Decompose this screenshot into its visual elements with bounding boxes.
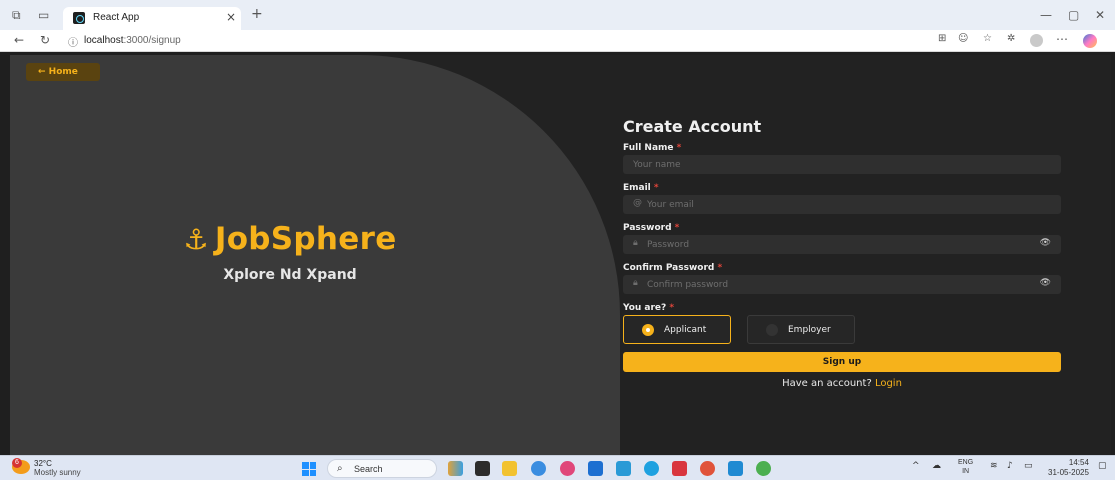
role-applicant-label: Applicant (664, 325, 707, 335)
store-icon[interactable] (588, 461, 603, 476)
favorite-star-icon[interactable]: ☆ (983, 33, 992, 44)
chrome-app-icon[interactable] (756, 461, 771, 476)
browser-tab-bar: ⧉ ▭ React App × + — ▢ ✕ (0, 0, 1115, 30)
app-available-icon[interactable]: ⊞ (938, 33, 946, 44)
postman-icon[interactable] (700, 461, 715, 476)
brand-logo: ⚓ JobSphere (10, 221, 570, 257)
weather-description: Mostly sunny (34, 468, 81, 477)
hero-panel: ← Home ⚓ JobSphere Xplore Nd Xpand (10, 55, 620, 455)
email-field[interactable]: @ (623, 195, 1061, 214)
chrome-browser-icon[interactable] (560, 461, 575, 476)
role-option-applicant[interactable]: Applicant (623, 315, 731, 344)
url-text: localhost:3000/signup (84, 35, 181, 46)
reader-icon[interactable]: ☺ (958, 33, 968, 44)
wifi-icon[interactable]: ≋ (990, 461, 998, 471)
search-icon: ⌕ (337, 463, 343, 474)
refresh-icon[interactable]: ↻ (40, 33, 50, 47)
workspaces-icon[interactable]: ⧉ (12, 8, 21, 23)
notifications-icon[interactable]: ▢ (1098, 461, 1107, 471)
profile-avatar[interactable] (1030, 34, 1043, 47)
form-title: Create Account (623, 117, 762, 136)
password-input[interactable] (647, 235, 1027, 254)
full-name-label: Full Name * (623, 143, 682, 153)
language-indicator[interactable]: ENG IN (958, 458, 973, 476)
role-employer-label: Employer (788, 325, 831, 335)
minimize-button[interactable]: — (1040, 8, 1052, 22)
full-name-input[interactable] (633, 155, 1013, 174)
confirm-password-field[interactable]: 🔒︎ 👁︎ (623, 275, 1061, 294)
home-button[interactable]: ← Home (26, 63, 100, 81)
taskbar-search[interactable]: ⌕ Search (327, 459, 437, 478)
volume-icon[interactable]: ♪ (1007, 461, 1013, 471)
login-link[interactable]: Login (875, 378, 902, 389)
file-explorer-icon[interactable] (502, 461, 517, 476)
favorites-icon[interactable]: ✲ (1007, 33, 1015, 44)
password-field[interactable]: 🔒︎ 👁︎ (623, 235, 1061, 254)
weather-badge: 6 (12, 458, 22, 468)
weather-temperature: 32°C (34, 459, 52, 468)
signup-button[interactable]: Sign up (623, 352, 1061, 372)
role-option-employer[interactable]: Employer (747, 315, 855, 344)
copilot-app-icon[interactable] (448, 461, 463, 476)
back-arrow-icon[interactable]: ← (14, 33, 24, 47)
react-favicon-icon (73, 12, 85, 24)
onedrive-cloud-icon[interactable]: ☁ (932, 461, 941, 471)
anchor-icon: ⚓ (183, 223, 209, 256)
lock-icon: 🔒︎ (633, 238, 638, 248)
os-taskbar: 6 32°C Mostly sunny ⌕ Search ^ ☁ ENG IN ≋… (0, 455, 1115, 480)
close-window-button[interactable]: ✕ (1095, 8, 1105, 22)
mysql-workbench-icon[interactable] (616, 461, 631, 476)
tray-overflow-chevron-icon[interactable]: ^ (912, 461, 920, 471)
site-info-icon[interactable]: ⓘ (68, 34, 78, 49)
tab-title: React App (93, 12, 140, 23)
confirm-password-label: Confirm Password * (623, 263, 723, 273)
vscode-icon[interactable] (728, 461, 743, 476)
clock[interactable]: 14:54 31-05-2025 (1048, 458, 1089, 478)
brand-name: JobSphere (214, 221, 397, 257)
radio-unselected-icon[interactable] (766, 324, 778, 336)
password-label: Password * (623, 223, 680, 233)
taskbar-search-label: Search (354, 464, 383, 474)
task-view-icon[interactable] (475, 461, 490, 476)
brand-tagline: Xplore Nd Xpand (223, 267, 357, 283)
browser-tab[interactable]: React App × (63, 7, 241, 30)
have-account-text: Have an account? Login (782, 378, 902, 389)
copilot-icon[interactable] (1083, 34, 1097, 48)
full-name-field[interactable] (623, 155, 1061, 174)
url-field[interactable]: ⓘ localhost:3000/signup (64, 32, 924, 50)
windows-start-icon[interactable] (302, 462, 316, 476)
more-menu-icon[interactable]: ⋯ (1056, 32, 1068, 46)
show-confirm-password-eye-icon[interactable]: 👁︎ (1040, 278, 1051, 288)
mcafee-icon[interactable] (672, 461, 687, 476)
show-password-eye-icon[interactable]: 👁︎ (1040, 238, 1051, 248)
edge-browser-icon[interactable] (531, 461, 546, 476)
tab-close-icon[interactable]: × (226, 10, 236, 24)
lock-icon: 🔒︎ (633, 278, 638, 288)
tab-actions-icon[interactable]: ▭ (38, 8, 49, 22)
new-tab-button[interactable]: + (251, 6, 263, 22)
role-label: You are? * (623, 303, 675, 313)
email-label: Email * (623, 183, 659, 193)
browser-app-icon[interactable] (644, 461, 659, 476)
email-input[interactable] (647, 195, 1027, 214)
radio-selected-icon[interactable] (642, 324, 654, 336)
battery-icon[interactable]: ▭ (1024, 461, 1033, 471)
brand-block: ⚓ JobSphere Xplore Nd Xpand (10, 221, 570, 283)
address-bar-row: ← ↻ ⓘ localhost:3000/signup ⊞ ☺ ☆ ✲ ⋯ (0, 30, 1115, 52)
at-sign-icon: @ (633, 198, 642, 208)
confirm-password-input[interactable] (647, 275, 1027, 294)
maximize-button[interactable]: ▢ (1068, 8, 1079, 22)
signup-page: ← Home ⚓ JobSphere Xplore Nd Xpand Create… (10, 55, 1111, 455)
